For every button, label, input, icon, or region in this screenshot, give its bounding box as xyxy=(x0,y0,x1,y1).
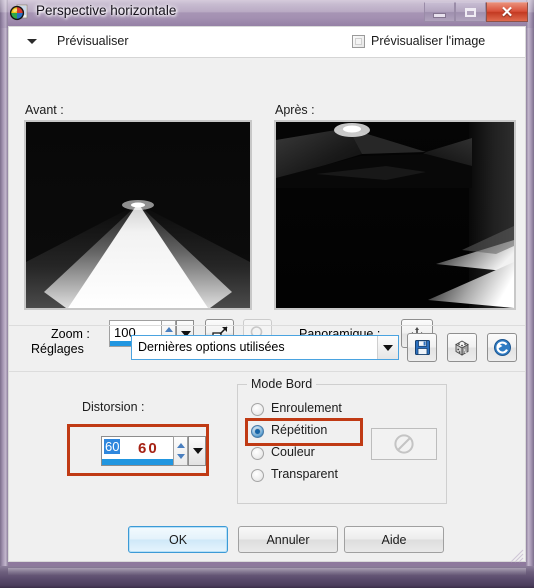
radio-enroulement-label: Enroulement xyxy=(271,401,342,415)
application-window: Perspective horizontale ✕ Prévisualiser … xyxy=(0,0,534,588)
save-preset-button[interactable] xyxy=(407,333,437,362)
radio-couleur-label: Couleur xyxy=(271,445,315,459)
dialog-button-bar: OK Annuler Aide xyxy=(9,517,525,561)
chevron-down-icon[interactable] xyxy=(27,39,37,44)
randomize-button[interactable] xyxy=(447,333,477,362)
resize-grip[interactable] xyxy=(510,549,524,563)
reglages-selected-option: Dernières options utilisées xyxy=(138,340,285,354)
before-preview-image[interactable] xyxy=(24,120,252,310)
radio-repetition-indicator xyxy=(251,425,264,438)
radio-transparent-label: Transparent xyxy=(271,467,338,481)
distorsion-stepper[interactable] xyxy=(173,436,188,466)
radio-enroulement-indicator xyxy=(251,403,264,416)
minimize-icon xyxy=(425,3,454,21)
window-title: Perspective horizontale xyxy=(36,3,177,18)
mode-bord-color-swatch xyxy=(371,428,437,460)
after-preview-graphic xyxy=(276,122,514,308)
distorsion-input[interactable]: 60 60 xyxy=(101,436,174,466)
dialog-client-area: Prévisualiser Prévisualiser l'image Avan… xyxy=(8,26,526,562)
titlebar[interactable]: Perspective horizontale ✕ xyxy=(0,0,534,26)
settings-panel: Distorsion : 60 60 Mode Bord Enroulement xyxy=(9,371,525,518)
before-preview-graphic xyxy=(26,122,250,308)
preview-body: Avant : Après : Zoom: 100 Panoramique: xyxy=(9,58,525,348)
window-left-edge xyxy=(0,0,8,588)
no-entry-icon xyxy=(372,429,436,459)
cancel-button[interactable]: Annuler xyxy=(238,526,338,553)
reglages-combobox[interactable]: Dernières options utilisées xyxy=(131,335,399,360)
dice-randomize-icon xyxy=(448,334,476,361)
window-bottom-edge xyxy=(0,566,534,588)
distorsion-label: Distorsion : xyxy=(82,400,145,414)
help-button[interactable]: Aide xyxy=(344,526,444,553)
distorsion-decrement-icon[interactable] xyxy=(177,454,185,459)
distorsion-annotation-value: 60 xyxy=(138,440,159,457)
maximize-icon xyxy=(456,3,485,21)
distorsion-dropdown-button[interactable] xyxy=(188,436,206,466)
close-icon: ✕ xyxy=(500,3,514,21)
reset-circular-arrow-icon xyxy=(488,334,516,361)
maximize-button[interactable] xyxy=(455,2,486,22)
app-sphere-icon xyxy=(9,4,28,22)
radio-transparent-indicator xyxy=(251,469,264,482)
preview-section-label: Prévisualiser xyxy=(57,34,129,48)
preview-image-checkbox[interactable] xyxy=(352,35,365,48)
preview-image-checkbox-label[interactable]: Prévisualiser l'image xyxy=(371,34,485,48)
distorsion-slider-track[interactable] xyxy=(102,459,174,465)
reglages-toolbar: Réglages Dernières options utilisées xyxy=(9,325,525,372)
mode-bord-title: Mode Bord xyxy=(247,377,317,391)
reset-button[interactable] xyxy=(487,333,517,362)
floppy-save-icon xyxy=(408,334,436,361)
window-right-edge xyxy=(526,0,534,588)
after-preview-image[interactable] xyxy=(274,120,516,310)
close-button[interactable]: ✕ xyxy=(486,2,528,22)
ok-button[interactable]: OK xyxy=(128,526,228,553)
distorsion-highlight-annotation: 60 60 xyxy=(67,424,209,476)
radio-couleur-indicator xyxy=(251,447,264,460)
preview-header-bar: Prévisualiser Prévisualiser l'image xyxy=(9,27,525,58)
minimize-button[interactable] xyxy=(424,2,455,22)
after-preview-caption: Après : xyxy=(275,103,315,117)
radio-repetition-label: Répétition xyxy=(271,423,328,437)
distorsion-increment-icon[interactable] xyxy=(177,443,185,448)
distorsion-value: 60 xyxy=(104,439,121,454)
reglages-label: Réglages xyxy=(31,342,84,356)
before-preview-caption: Avant : xyxy=(25,103,64,117)
chevron-down-icon[interactable] xyxy=(377,336,398,359)
